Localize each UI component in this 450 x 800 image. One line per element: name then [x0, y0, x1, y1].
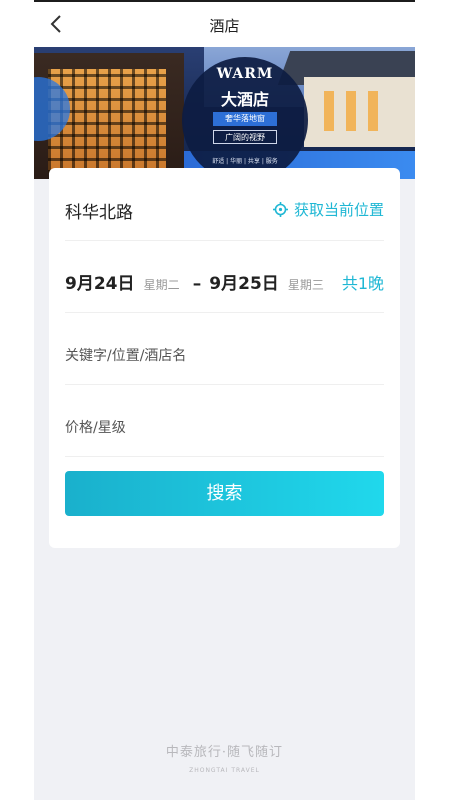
location-row[interactable]: 科华北路 获取当前位置 — [65, 168, 384, 241]
hotel-search-card: 科华北路 获取当前位置 9月24日 星期二 – 9月25日 星期三 共1晚 关键… — [49, 168, 400, 548]
get-location-button[interactable]: 获取当前位置 — [272, 199, 384, 220]
search-button[interactable]: 搜索 — [65, 471, 384, 516]
banner-logo-cn: 大酒店 — [220, 90, 269, 109]
footer-brand-cn: 中泰旅行·随飞随订 — [165, 745, 284, 760]
check-in-date[interactable]: 9月24日 — [65, 274, 135, 294]
check-out-date[interactable]: 9月25日 — [209, 274, 279, 294]
keyword-row[interactable]: 关键字/位置/酒店名 — [65, 312, 384, 385]
navigation-bar: 酒店 — [34, 2, 415, 47]
banner-tag-primary: 奢华落地窗 — [213, 112, 277, 126]
date-range[interactable]: 9月24日 星期二 – 9月25日 星期三 — [65, 269, 324, 294]
keyword-input[interactable]: 关键字/位置/酒店名 — [65, 345, 186, 365]
footer-brand-en: ZHONGTAI TRAVEL — [189, 767, 260, 774]
hotel-banner[interactable]: WARM 大酒店 奢华落地窗 广阔的视野 舒适 | 华丽 | 共享 | 服务 — [34, 47, 415, 179]
price-star-input[interactable]: 价格/星级 — [65, 417, 126, 437]
banner-building-right — [304, 77, 415, 147]
app-screen: 酒店 WARM 大酒店 奢华落地窗 广阔的视野 舒适 | 华丽 | 共享 | 服… — [34, 0, 415, 800]
location-text[interactable]: 科华北路 — [65, 198, 133, 223]
banner-logo-en: WARM — [216, 66, 274, 82]
banner-window — [346, 91, 356, 131]
price-star-row[interactable]: 价格/星级 — [65, 384, 384, 457]
banner-logo: WARM 大酒店 奢华落地窗 广阔的视野 舒适 | 华丽 | 共享 | 服务 — [182, 57, 308, 179]
check-in-weekday: 星期二 — [143, 278, 180, 292]
check-out-weekday: 星期三 — [287, 278, 324, 292]
banner-window — [368, 91, 378, 131]
page-title: 酒店 — [209, 17, 240, 35]
get-location-label: 获取当前位置 — [293, 201, 384, 219]
date-row[interactable]: 9月24日 星期二 – 9月25日 星期三 共1晚 — [65, 240, 384, 313]
banner-window — [324, 91, 334, 131]
date-separator: – — [192, 274, 202, 294]
nights-count: 共1晚 — [341, 274, 384, 293]
crosshair-icon — [272, 202, 288, 217]
banner-tag-secondary: 广阔的视野 — [213, 130, 277, 144]
banner-tagline: 舒适 | 华丽 | 共享 | 服务 — [212, 158, 278, 165]
